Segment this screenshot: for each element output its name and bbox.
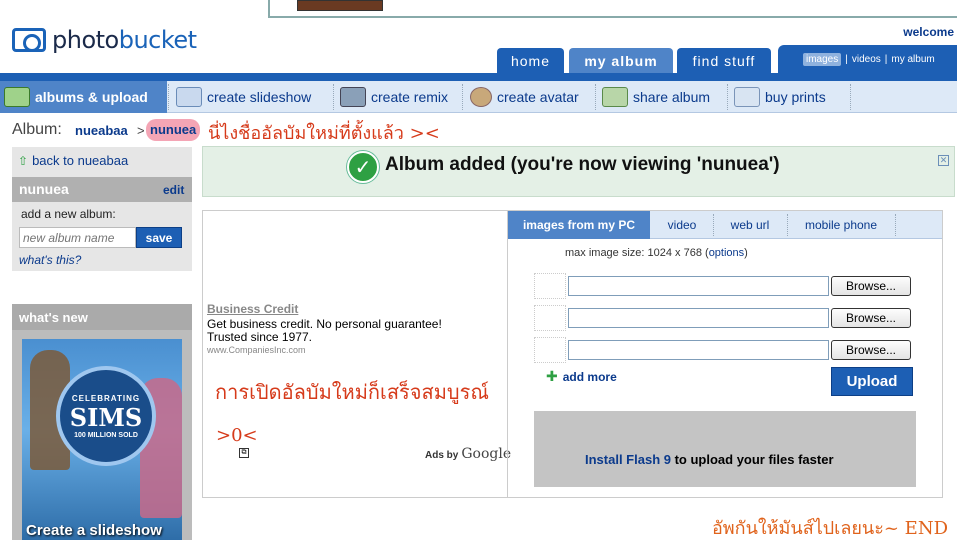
ads-by-label: Ads by <box>425 450 459 461</box>
subnav-label: create avatar <box>497 89 579 105</box>
file-thumbnail-slot <box>534 337 566 363</box>
logo-text-a: photo <box>52 26 119 54</box>
add-more-link[interactable]: ✚ add more <box>546 368 617 385</box>
max-size-suffix: ) <box>744 247 748 259</box>
share-icon <box>602 87 628 107</box>
flash-message-rest: to upload your files faster <box>670 452 834 467</box>
add-album-label: add a new album: <box>21 207 116 221</box>
close-icon[interactable]: ✕ <box>938 155 949 166</box>
album-title: nunuea <box>19 181 69 197</box>
subnav-label: share album <box>633 89 711 105</box>
sims-badge: CELEBRATING SIMS 100 MILLION SOLD <box>56 366 156 466</box>
breadcrumb-user-link[interactable]: nueabaa <box>75 123 128 138</box>
subnav-create-avatar[interactable]: create avatar <box>466 81 594 113</box>
file-path-input[interactable] <box>568 276 829 296</box>
top-thumbnail <box>297 0 383 11</box>
slideshow-icon <box>176 87 202 107</box>
breadcrumb-label: Album: <box>12 121 62 138</box>
checkmark-icon: ✓ <box>347 151 379 183</box>
plus-icon: ✚ <box>546 368 558 384</box>
subnav-share-album[interactable]: share album <box>598 81 726 113</box>
divider <box>850 84 851 110</box>
prints-icon <box>734 87 760 107</box>
avatar-icon <box>470 87 492 107</box>
browse-button[interactable]: Browse... <box>831 340 911 360</box>
subnav-buy-prints[interactable]: buy prints <box>730 81 850 113</box>
tab-video[interactable]: video <box>652 211 712 239</box>
breadcrumb-separator: > <box>137 123 145 138</box>
subnav-label: buy prints <box>765 89 826 105</box>
ad-text-line-1: Get business credit. No personal guarant… <box>207 317 442 331</box>
max-size-note: max image size: 1024 x 768 (options) <box>565 247 748 259</box>
ads-by-google[interactable]: Ads by Google <box>425 446 511 462</box>
divider <box>462 84 463 110</box>
upload-icon <box>4 87 30 107</box>
subnav-create-slideshow[interactable]: create slideshow <box>172 81 332 113</box>
divider <box>595 84 596 110</box>
new-album-input[interactable] <box>19 227 136 248</box>
divider <box>333 84 334 110</box>
remix-icon <box>340 87 366 107</box>
google-label: Google <box>461 446 512 462</box>
file-thumbnail-slot <box>534 273 566 299</box>
upload-button[interactable]: Upload <box>831 367 913 396</box>
search-scope-bar: images | videos | my album <box>778 45 957 74</box>
file-path-input[interactable] <box>568 308 829 328</box>
scope-my-album[interactable]: my album <box>891 54 934 65</box>
back-link[interactable]: ⇧ back to nueabaa <box>18 153 128 168</box>
subnav-label: create slideshow <box>207 89 312 105</box>
notice-text: Album added (you're now viewing 'nunuea'… <box>385 154 780 175</box>
up-arrow-icon: ⇧ <box>18 153 29 168</box>
breadcrumb-album: nunuea <box>146 119 201 141</box>
logo-text-b: bucket <box>118 26 197 54</box>
browse-button[interactable]: Browse... <box>831 308 911 328</box>
divider <box>727 84 728 110</box>
scope-videos[interactable]: videos <box>852 54 881 65</box>
whats-new-heading: what's new <box>19 310 88 325</box>
annotation-note-2: การเปิดอัลบัมใหม่ก็เสร็จสมบูรณ์ <box>215 380 489 404</box>
tab-web-url[interactable]: web url <box>714 211 786 239</box>
save-button[interactable]: save <box>136 227 182 248</box>
ad-title-link[interactable]: Business Credit <box>207 302 298 316</box>
badge-top-text: CELEBRATING <box>71 393 141 403</box>
flash-message: Install Flash 9 to upload your files fas… <box>585 452 834 467</box>
tab-find-stuff[interactable]: find stuff <box>677 48 771 74</box>
tab-home[interactable]: home <box>497 48 564 74</box>
max-size-prefix: max image size: 1024 x 768 ( <box>565 247 709 259</box>
badge-bottom-text: 100 MILLION SOLD <box>74 431 138 439</box>
ad-url[interactable]: www.CompaniesInc.com <box>207 345 306 355</box>
camera-icon <box>12 28 46 52</box>
back-link-label: back to nueabaa <box>32 153 129 168</box>
annotation-note-3: >0< <box>216 425 258 446</box>
badge-title: SIMS <box>69 402 143 432</box>
welcome-text: welcome <box>903 25 954 39</box>
annotation-note-4: อัพกันให้มันส์ไปเลยนะ~ END <box>712 518 948 539</box>
tab-mobile-phone[interactable]: mobile phone <box>788 211 894 239</box>
whats-this-link[interactable]: what's this? <box>19 253 81 267</box>
add-more-label: add more <box>562 369 617 384</box>
promo-caption: Create a slideshow <box>26 522 162 539</box>
tab-my-album[interactable]: my album <box>569 48 673 74</box>
subnav-label: create remix <box>371 89 449 105</box>
edit-link[interactable]: edit <box>163 183 184 197</box>
ad-text-line-2: Trusted since 1977. <box>207 330 312 344</box>
tab-images-from-pc[interactable]: images from my PC <box>508 211 650 239</box>
file-thumbnail-slot <box>534 305 566 331</box>
browse-button[interactable]: Browse... <box>831 276 911 296</box>
flash-install-box <box>534 411 916 487</box>
subnav-label: albums & upload <box>35 89 148 105</box>
install-flash-link[interactable]: Install Flash 9 <box>585 452 671 467</box>
annotation-note-1: นี่ไงชื่ออัลบัมใหม่ที่ตั้งแล้ว >< <box>208 123 440 144</box>
subnav-create-remix[interactable]: create remix <box>336 81 461 113</box>
scope-images[interactable]: images <box>803 53 842 66</box>
file-path-input[interactable] <box>568 340 829 360</box>
divider <box>168 84 169 110</box>
photobucket-logo[interactable]: photobucket <box>12 26 197 54</box>
options-link[interactable]: options <box>709 247 744 259</box>
ad-expand-icon[interactable]: ⧉ <box>239 448 249 458</box>
subnav-albums-upload[interactable]: albums & upload <box>0 81 167 113</box>
divider <box>895 214 896 236</box>
